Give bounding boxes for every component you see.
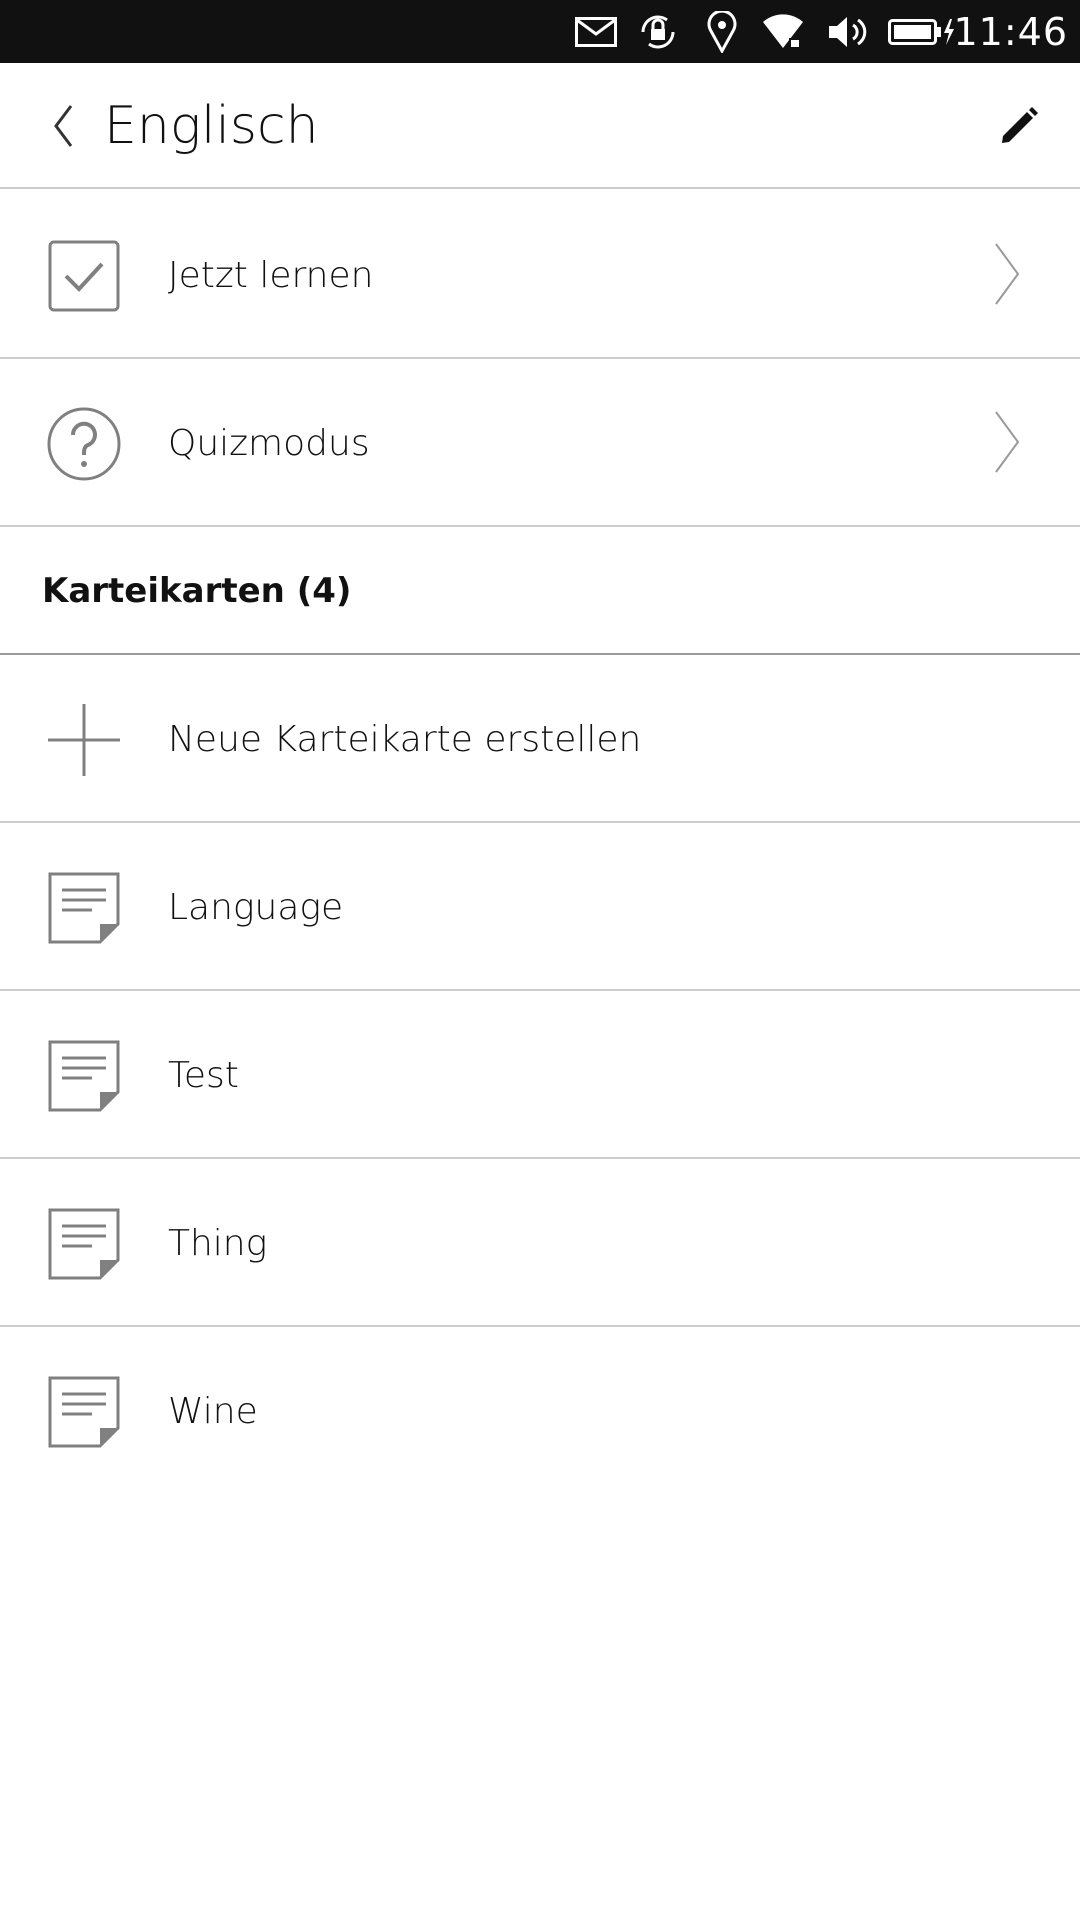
status-time: 11:46 [953, 9, 1068, 54]
card-label: Thing [168, 1222, 268, 1264]
status-bar: 11:46 [0, 0, 1080, 63]
pencil-icon [1002, 107, 1038, 143]
note-icon [46, 1038, 122, 1114]
question-icon [46, 406, 122, 482]
battery-charging-icon [888, 10, 956, 54]
rotation-lock-icon [636, 10, 680, 54]
location-icon [702, 10, 742, 54]
card-label: Test [168, 1054, 239, 1096]
chevron-right-icon [995, 243, 1020, 305]
new-card-label: Neue Karteikarte erstellen [168, 718, 642, 760]
card-row[interactable]: Thing [0, 1159, 1080, 1327]
note-icon [46, 1374, 122, 1450]
study-now-label: Jetzt lernen [168, 254, 374, 296]
quiz-mode-row[interactable]: Quizmodus [0, 359, 1080, 527]
edit-button[interactable] [994, 101, 1044, 151]
study-now-row[interactable]: Jetzt lernen [0, 191, 1080, 359]
card-label: Wine [168, 1390, 258, 1432]
chevron-left-icon [54, 105, 73, 147]
plus-icon [46, 702, 122, 778]
section-header: Karteikarten (4) [0, 528, 1080, 655]
card-row[interactable]: Wine [0, 1327, 1080, 1495]
checkbox-icon [46, 238, 122, 314]
section-title: Karteikarten (4) [42, 570, 352, 611]
chevron-right-icon [995, 411, 1020, 473]
back-button[interactable] [38, 93, 88, 159]
quiz-mode-label: Quizmodus [168, 422, 370, 464]
header: Englisch [0, 63, 1080, 189]
card-row[interactable]: Language [0, 823, 1080, 991]
new-card-row[interactable]: Neue Karteikarte erstellen [0, 655, 1080, 823]
wifi-icon [760, 10, 806, 54]
mail-icon [574, 10, 618, 54]
page-title: Englisch [104, 96, 319, 156]
volume-icon [826, 10, 870, 54]
card-row[interactable]: Test [0, 991, 1080, 1159]
card-label: Language [168, 886, 344, 928]
note-icon [46, 870, 122, 946]
note-icon [46, 1206, 122, 1282]
